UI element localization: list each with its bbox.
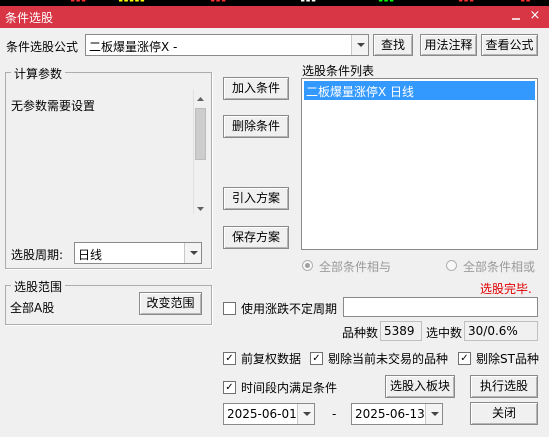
chevron-down-icon[interactable]: [184, 243, 201, 263]
all-or-radio[interactable]: [446, 260, 457, 271]
view-formula-button[interactable]: 查看公式: [481, 34, 538, 56]
conditions-listbox[interactable]: 二板爆量涨停X 日线: [301, 78, 538, 250]
range-group-title: 选股范围: [11, 278, 66, 295]
all-or-label: 全部条件相或: [463, 260, 536, 274]
status-text: 选股完毕.: [480, 282, 532, 296]
params-message: 无参数需要设置: [11, 99, 96, 113]
usage-notes-button[interactable]: 用法注释: [420, 34, 477, 56]
add-condition-button[interactable]: 加入条件: [223, 77, 289, 100]
find-button[interactable]: 查找: [373, 34, 413, 56]
save-plan-button[interactable]: 保存方案: [223, 226, 289, 249]
scroll-up-icon[interactable]: [195, 92, 206, 101]
all-and-radio[interactable]: [302, 260, 313, 271]
period-select[interactable]: 日线: [74, 242, 202, 264]
window-titlebar: 条件选股 ×: [0, 6, 549, 28]
period-value: 日线: [78, 248, 103, 262]
scroll-thumb[interactable]: [195, 108, 206, 160]
save-to-block-button[interactable]: 选股入板块: [385, 375, 455, 398]
remove-condition-button[interactable]: 删除条件: [223, 115, 289, 138]
calendar-dropdown-icon[interactable]: [297, 404, 314, 424]
count-value: 5389: [384, 324, 415, 338]
formula-label: 条件选股公式: [6, 40, 79, 54]
list-item[interactable]: 二板爆量涨停X 日线: [304, 81, 535, 100]
change-range-button[interactable]: 改变范围: [139, 292, 202, 315]
params-scrollbar[interactable]: [193, 90, 207, 214]
forward-adjust-checkbox[interactable]: ✓: [223, 352, 236, 365]
import-plan-button[interactable]: 引入方案: [223, 187, 289, 210]
count-field: 5389: [380, 321, 422, 341]
variable-period-label: 使用涨跌不定周期: [241, 302, 338, 316]
date-from-value: 2025-06-01: [227, 407, 297, 421]
close-button[interactable]: 关闭: [470, 402, 538, 425]
all-and-label: 全部条件相与: [319, 260, 392, 274]
variable-period-input[interactable]: [343, 297, 538, 317]
exclude-st-checkbox[interactable]: ✓: [458, 352, 471, 365]
forward-adjust-label: 前复权数据: [241, 352, 302, 366]
count-label: 品种数: [342, 326, 379, 340]
formula-select[interactable]: 二板爆量涨停X -: [85, 34, 369, 56]
chevron-down-icon[interactable]: [351, 35, 368, 55]
condition-item-label: 二板爆量涨停X 日线: [306, 85, 415, 99]
selected-label: 选中数: [426, 326, 463, 340]
window-title: 条件选股: [5, 11, 54, 25]
selected-value: 30/0.6%: [468, 324, 518, 338]
window-minimize-button[interactable]: [508, 8, 524, 24]
window-close-button[interactable]: ×: [527, 8, 543, 24]
date-from-picker[interactable]: 2025-06-01: [223, 403, 315, 425]
scroll-down-icon[interactable]: [195, 202, 206, 211]
period-label: 选股周期:: [11, 248, 64, 262]
calendar-dropdown-icon[interactable]: [425, 404, 442, 424]
exclude-untraded-label: 剔除当前未交易的品种: [328, 352, 449, 366]
date-to-picker[interactable]: 2025-06-13: [351, 403, 443, 425]
execute-button[interactable]: 执行选股: [470, 375, 538, 398]
date-separator: -: [332, 407, 337, 421]
date-to-value: 2025-06-13: [355, 407, 425, 421]
conditions-list-title: 选股条件列表: [302, 64, 375, 78]
selected-field: 30/0.6%: [464, 321, 538, 341]
variable-period-checkbox[interactable]: [223, 302, 236, 315]
exclude-untraded-checkbox[interactable]: ✓: [310, 352, 323, 365]
time-range-label: 时间段内满足条件: [241, 381, 338, 395]
exclude-st-label: 剔除ST品种: [476, 352, 539, 366]
range-value: 全部A股: [10, 301, 55, 315]
params-group-title: 计算参数: [11, 65, 66, 82]
formula-value: 二板爆量涨停X -: [89, 40, 178, 54]
time-range-checkbox[interactable]: ✓: [223, 381, 236, 394]
minimize-icon: [512, 18, 520, 20]
